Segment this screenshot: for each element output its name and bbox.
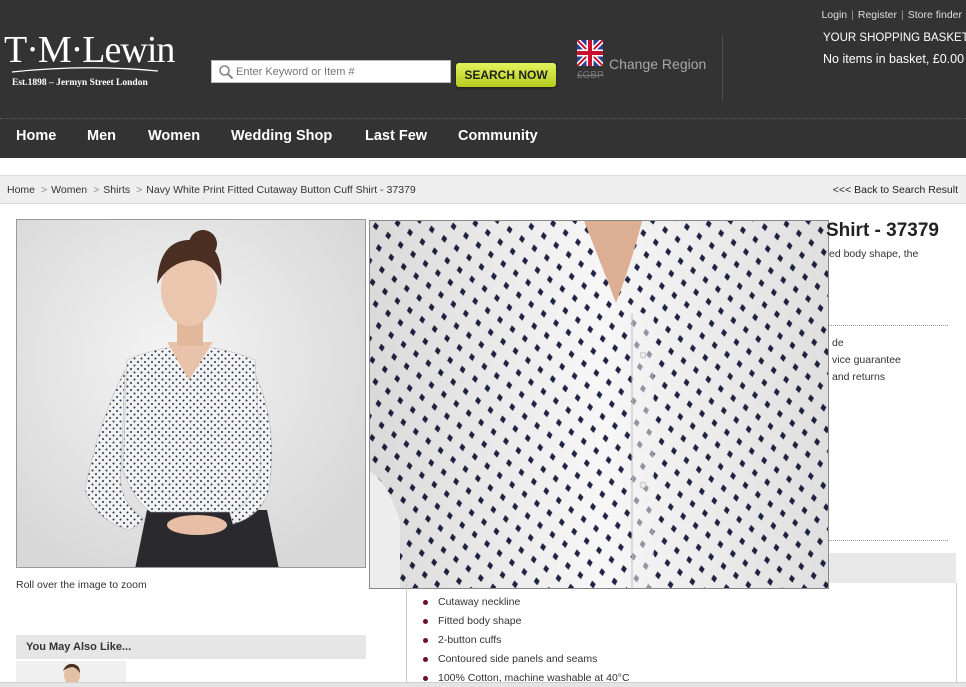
logo[interactable]: T·M·Lewin Est.1898 – Jermyn Street Londo… — [4, 26, 175, 90]
breadcrumb-women[interactable]: Women — [51, 184, 87, 196]
nav-item-men[interactable]: Men — [87, 128, 116, 144]
store-finder-link[interactable]: Store finder — [908, 9, 962, 21]
nav-item-community[interactable]: Community — [458, 128, 538, 144]
uk-flag-icon[interactable] — [577, 40, 603, 66]
nav-item-last-few[interactable]: Last Few — [365, 128, 427, 144]
feature-item: Contoured side panels and seams — [423, 652, 630, 671]
nav-item-home[interactable]: Home — [16, 128, 56, 144]
feature-item: Cutaway neckline — [423, 595, 630, 614]
features-list: Cutaway neckline Fitted body shape 2-but… — [423, 595, 630, 687]
feature-item: Fitted body shape — [423, 614, 630, 633]
nav-item-wedding-shop[interactable]: Wedding Shop — [231, 128, 332, 144]
model-illustration — [84, 230, 279, 567]
search-input[interactable] — [236, 63, 446, 81]
info-divider-bottom — [829, 540, 948, 541]
header-divider — [722, 35, 723, 101]
search-box — [211, 60, 451, 83]
basket-title[interactable]: YOUR SHOPPING BASKET — [823, 32, 966, 44]
login-link[interactable]: Login — [821, 9, 847, 21]
features-panel: Cutaway neckline Fitted body shape 2-but… — [406, 583, 957, 687]
site-header: T·M·Lewin Est.1898 – Jermyn Street Londo… — [0, 0, 966, 158]
breadcrumb: Home > Women > Shirts > Navy White Print Fitte… — [0, 175, 966, 204]
zoom-hint: Roll over the image to zoom — [16, 579, 147, 591]
info-line-1: de — [832, 337, 844, 349]
account-links: Login | Register | Store finder — [821, 9, 962, 21]
header-separator — [0, 118, 966, 119]
info-line-2: vice guarantee — [832, 354, 901, 366]
product-description: ed body shape, the — [829, 248, 919, 260]
search-button[interactable]: SEARCH NOW — [456, 63, 556, 87]
register-link[interactable]: Register — [858, 9, 897, 21]
info-divider-top — [829, 325, 948, 326]
nav-item-women[interactable]: Women — [148, 128, 200, 144]
info-line-3: and returns — [832, 371, 886, 383]
zoom-panel[interactable] — [369, 220, 829, 589]
currency-label: £GBP — [577, 70, 604, 81]
window-bottom-edge — [0, 682, 966, 687]
change-region-link[interactable]: Change Region — [609, 56, 706, 72]
back-to-search-link[interactable]: <<< Back to Search Result — [833, 184, 958, 196]
zoomed-fabric-image — [370, 221, 828, 588]
breadcrumb-current: Navy White Print Fitted Cutaway Button C… — [146, 184, 416, 196]
breadcrumb-trail: Home > Women > Shirts > Navy White Print Fitte… — [7, 184, 416, 196]
page: T·M·Lewin Est.1898 – Jermyn Street Londo… — [0, 0, 966, 687]
breadcrumb-shirts[interactable]: Shirts — [103, 184, 130, 196]
breadcrumb-home[interactable]: Home — [7, 184, 35, 196]
product-image[interactable] — [16, 219, 366, 568]
feature-item: 2-button cuffs — [423, 633, 630, 652]
logo-swoosh-icon — [11, 67, 159, 73]
also-like-heading: You May Also Like... — [16, 635, 366, 659]
details-panel-header — [829, 553, 956, 583]
basket-status: No items in basket, £0.00 — [823, 52, 965, 66]
logo-tagline: Est.1898 – Jermyn Street London — [12, 78, 148, 88]
product-title: Shirt - 37379 — [826, 220, 939, 241]
search-icon — [219, 65, 234, 80]
